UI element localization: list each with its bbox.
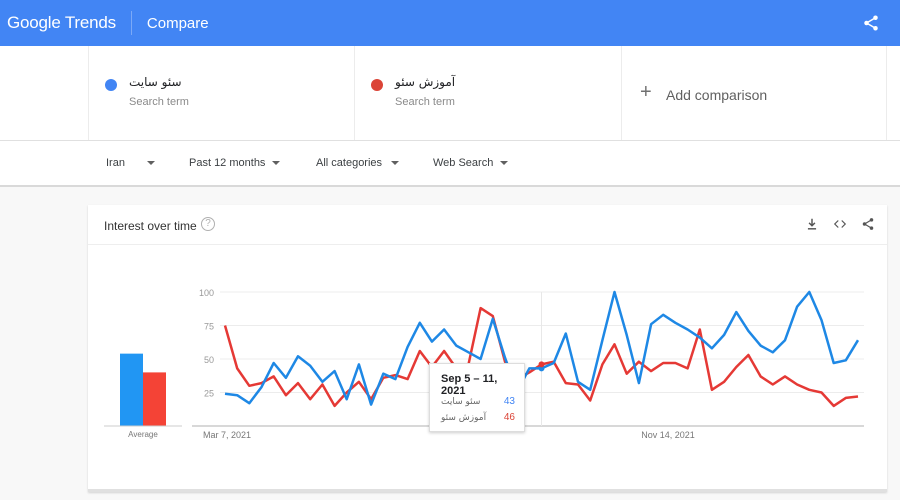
- share-icon[interactable]: [862, 14, 880, 32]
- filter-time-range[interactable]: Past 12 months: [189, 157, 281, 169]
- tooltip-term: سئو سایت: [441, 397, 481, 407]
- card-actions: [805, 217, 875, 231]
- search-term-1[interactable]: سئو سایت Search term: [88, 46, 354, 140]
- interest-over-time-card: Interest over time ?: [88, 205, 887, 492]
- plus-icon: +: [640, 81, 652, 103]
- tooltip-term: آموزش سئو: [441, 413, 487, 423]
- header-divider: [130, 11, 132, 35]
- share-icon[interactable]: [861, 217, 875, 231]
- add-comparison-label: Add comparison: [666, 87, 768, 103]
- filters-bar: Iran Past 12 months All categories Web S…: [0, 141, 900, 187]
- term-name: سئو سایت: [129, 75, 182, 89]
- tooltip-value: 46: [503, 412, 515, 423]
- tooltip-row: آموزش سئو 46: [441, 412, 515, 423]
- help-icon[interactable]: ?: [201, 217, 215, 231]
- top-bar: Google Trends Compare: [0, 0, 900, 46]
- term-color-dot: [105, 79, 117, 91]
- filter-label: Past 12 months: [189, 157, 266, 169]
- tooltip-date: Sep 5 – 11, 2021: [441, 373, 498, 397]
- filter-region[interactable]: Iran: [106, 157, 155, 169]
- card-header: Interest over time ?: [88, 205, 887, 245]
- filter-label: Iran: [106, 157, 125, 169]
- download-icon[interactable]: [805, 217, 819, 231]
- card-bottom-border: [88, 489, 887, 492]
- dropdown-caret-icon: [146, 161, 155, 165]
- dropdown-caret-icon: [391, 161, 400, 165]
- page-title: Compare: [146, 14, 209, 32]
- chart-tooltip: Sep 5 – 11, 2021 سئو سایت 43 آموزش سئو 4…: [429, 363, 525, 432]
- tooltip-row: سئو سایت 43: [441, 396, 515, 407]
- card-title: Interest over time: [104, 219, 197, 233]
- search-terms-bar: سئو سایت Search term آموزش سئو Search te…: [0, 46, 900, 141]
- add-comparison-button[interactable]: + Add comparison: [621, 46, 887, 140]
- filter-search-type[interactable]: Web Search: [433, 157, 509, 169]
- search-term-2[interactable]: آموزش سئو Search term: [354, 46, 621, 140]
- term-type: Search term: [395, 96, 455, 108]
- term-name: آموزش سئو: [395, 75, 456, 89]
- dropdown-caret-icon: [272, 161, 281, 165]
- filter-category[interactable]: All categories: [316, 157, 400, 169]
- term-color-dot: [371, 79, 383, 91]
- filter-label: Web Search: [433, 157, 494, 169]
- filter-label: All categories: [316, 157, 383, 169]
- term-type: Search term: [129, 96, 189, 108]
- google-trends-logo[interactable]: Google Trends: [7, 13, 116, 33]
- tooltip-value: 43: [503, 396, 515, 407]
- embed-icon[interactable]: [833, 217, 847, 231]
- dropdown-caret-icon: [500, 161, 509, 165]
